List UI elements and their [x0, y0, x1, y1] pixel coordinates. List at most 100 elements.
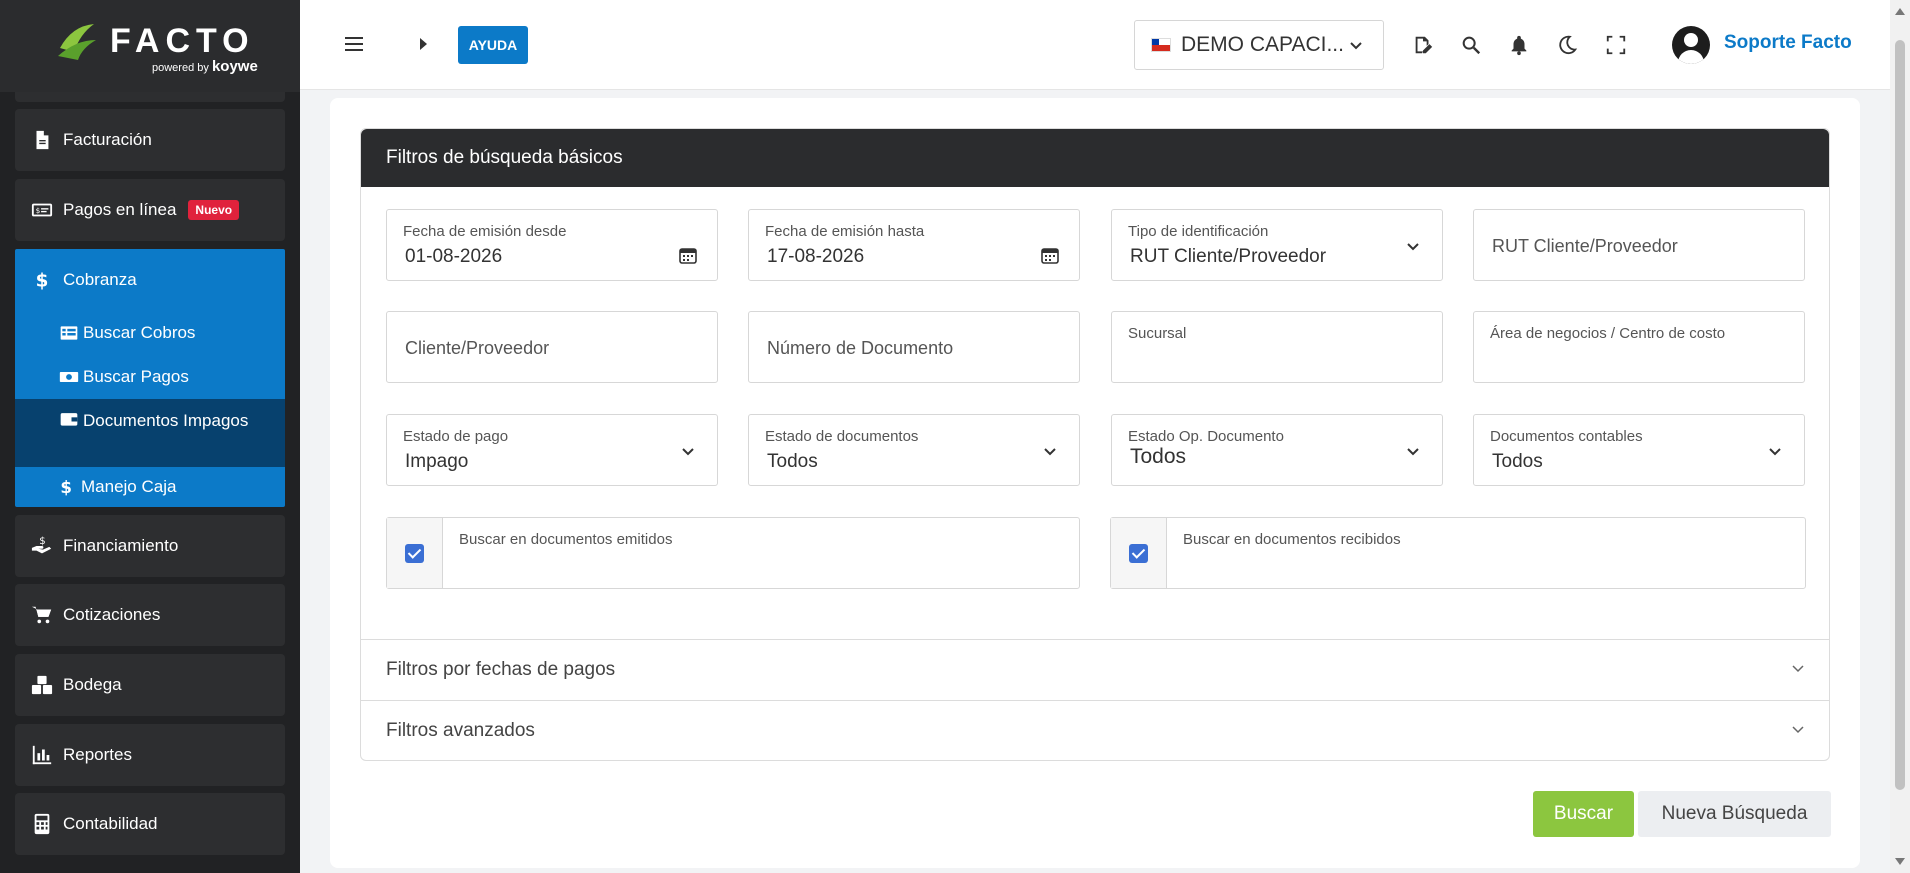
help-button[interactable]: AYUDA: [458, 26, 528, 64]
sidebar-subitem-documentos-impagos[interactable]: Documentos Impagos: [15, 399, 285, 467]
calendar-icon[interactable]: [679, 246, 697, 264]
field-label: Sucursal: [1128, 325, 1187, 342]
sidebar-item-label: Bodega: [63, 675, 122, 694]
sidebar-item-facturacion[interactable]: Facturación: [15, 109, 285, 171]
bar-chart-icon: [32, 745, 52, 765]
sidebar-item-bodega[interactable]: Bodega: [15, 654, 285, 716]
dark-mode-icon[interactable]: [1556, 34, 1578, 56]
sidebar-subitem-label: Buscar Cobros: [83, 323, 196, 342]
caret-right-icon[interactable]: [420, 38, 427, 50]
sidebar-subitem-label: Manejo Caja: [81, 477, 177, 496]
sidebar-subitem-buscar-cobros[interactable]: Buscar Cobros: [15, 311, 285, 355]
area-negocios-select[interactable]: Área de negocios / Centro de costo: [1473, 311, 1805, 383]
sidebar-item-label: Contabilidad: [63, 814, 158, 833]
money-bill-icon: [59, 372, 79, 382]
field-label: Tipo de identificación: [1128, 223, 1269, 240]
logo-text: FACTO: [110, 22, 255, 60]
calendar-icon[interactable]: [1041, 246, 1059, 264]
svg-text:$: $: [60, 478, 72, 497]
field-label: Fecha de emisión hasta: [765, 223, 925, 240]
rut-input[interactable]: RUT Cliente/Proveedor: [1473, 209, 1805, 281]
chevron-down-icon: [1792, 726, 1804, 734]
cliente-proveedor-input[interactable]: Cliente/Proveedor: [386, 311, 718, 383]
scrollbar-thumb[interactable]: [1895, 40, 1905, 790]
sidebar-item-contabilidad[interactable]: Contabilidad: [15, 793, 285, 855]
user-name[interactable]: Soporte Facto: [1724, 32, 1852, 54]
notification-bell-icon[interactable]: [1508, 34, 1530, 56]
estado-op-documento-select[interactable]: Estado Op. Documento Todos: [1111, 414, 1443, 486]
new-search-button[interactable]: Nueva Búsqueda: [1638, 791, 1831, 837]
svg-text:$: $: [39, 536, 45, 547]
basic-filters-header[interactable]: Filtros de búsqueda básicos: [361, 129, 1829, 187]
checkbox-label: Buscar en documentos recibidos: [1183, 531, 1401, 548]
sidebar-subitem-label: Buscar Pagos: [83, 367, 189, 386]
accordion-label: Filtros avanzados: [386, 719, 535, 741]
checkbox-area: [387, 518, 443, 588]
sidebar-item-label: Facturación: [63, 130, 152, 149]
field-label: Estado de pago: [403, 428, 509, 445]
wallet-icon: [60, 413, 78, 426]
sidebar-item-financiamiento[interactable]: $ Financiamiento: [15, 515, 285, 577]
field-label: Área de negocios / Centro de costo: [1490, 325, 1726, 342]
company-selector[interactable]: DEMO CAPACI...: [1134, 20, 1384, 70]
svg-text:$: $: [36, 270, 49, 291]
field-label: Estado Op. Documento: [1128, 428, 1284, 445]
user-avatar[interactable]: [1672, 26, 1710, 64]
fecha-emision-hasta-field[interactable]: Fecha de emisión hasta 17-08-2026: [748, 209, 1080, 281]
dollar-icon: $: [36, 270, 49, 291]
buscar-emitidos-checkbox[interactable]: [405, 544, 424, 563]
chevron-down-icon: [682, 448, 694, 456]
app-logo[interactable]: FACTO powered by koywe: [0, 0, 300, 92]
sucursal-select[interactable]: Sucursal: [1111, 311, 1443, 383]
sidebar-item-label: Cobranza: [63, 270, 137, 289]
buscar-emitidos-option: Buscar en documentos emitidos: [386, 517, 1080, 589]
sidebar-item-cotizaciones[interactable]: Cotizaciones: [15, 584, 285, 646]
field-value: RUT Cliente/Proveedor: [1130, 246, 1327, 267]
field-value: Todos: [1492, 451, 1543, 472]
fecha-emision-desde-field[interactable]: Fecha de emisión desde 01-08-2026: [386, 209, 718, 281]
sidebar-subitem-buscar-pagos[interactable]: Buscar Pagos: [15, 355, 285, 399]
scroll-up-arrow[interactable]: [1895, 8, 1905, 15]
scroll-down-arrow[interactable]: [1895, 858, 1905, 865]
chevron-down-icon: [1792, 665, 1804, 673]
sidebar-subitem-manejo-caja[interactable]: $ Manejo Caja: [15, 467, 285, 507]
accordion-label: Filtros por fechas de pagos: [386, 658, 616, 680]
hand-coin-icon: $: [31, 536, 52, 554]
sidebar-item-label: Financiamiento: [63, 536, 179, 555]
field-placeholder: Cliente/Proveedor: [405, 338, 550, 358]
fullscreen-icon[interactable]: [1605, 34, 1627, 56]
checkbox-area: [1111, 518, 1167, 588]
sidebar-subitem-label: Documentos Impagos: [83, 411, 249, 430]
cart-icon: [31, 606, 52, 624]
buscar-recibidos-option: Buscar en documentos recibidos: [1110, 517, 1806, 589]
chevron-down-icon: [1407, 243, 1419, 251]
top-header: AYUDA DEMO CAPACI... Soporte Facto: [300, 0, 1890, 90]
estado-pago-select[interactable]: Estado de pago Impago: [386, 414, 718, 486]
buscar-recibidos-checkbox[interactable]: [1129, 544, 1148, 563]
estado-documentos-select[interactable]: Estado de documentos Todos: [748, 414, 1080, 486]
facto-logo-icon: [58, 24, 96, 60]
edit-document-icon[interactable]: [1412, 34, 1434, 56]
field-placeholder: Número de Documento: [767, 338, 954, 358]
sidebar-item-pagos-en-linea[interactable]: $ Pagos en línea Nuevo: [15, 179, 285, 241]
accordion-filtros-fechas-pagos[interactable]: Filtros por fechas de pagos: [361, 639, 1829, 699]
sidebar-item-label: Cotizaciones: [63, 605, 161, 624]
tipo-identificacion-select[interactable]: Tipo de identificación RUT Cliente/Prove…: [1111, 209, 1443, 281]
dollar-icon: $: [60, 478, 72, 497]
field-value: Todos: [767, 451, 818, 472]
logo-powered: powered by koywe: [152, 58, 258, 75]
documentos-contables-select[interactable]: Documentos contables Todos: [1473, 414, 1805, 486]
hamburger-menu-icon[interactable]: [344, 34, 364, 54]
accordion-filtros-avanzados[interactable]: Filtros avanzados: [361, 700, 1829, 760]
money-bill-icon: $: [31, 203, 53, 217]
field-label: Documentos contables: [1490, 428, 1643, 445]
numero-documento-input[interactable]: Número de Documento: [748, 311, 1080, 383]
search-icon[interactable]: [1460, 34, 1482, 56]
search-button[interactable]: Buscar: [1533, 791, 1634, 837]
page-scrollbar[interactable]: [1890, 0, 1910, 873]
field-placeholder: RUT Cliente/Proveedor: [1492, 236, 1678, 256]
sidebar-item-label: Reportes: [63, 745, 132, 764]
sidebar-item-reportes[interactable]: Reportes: [15, 724, 285, 786]
chile-flag-icon: [1151, 38, 1171, 52]
sidebar-item-cobranza[interactable]: $ Cobranza: [15, 249, 285, 311]
